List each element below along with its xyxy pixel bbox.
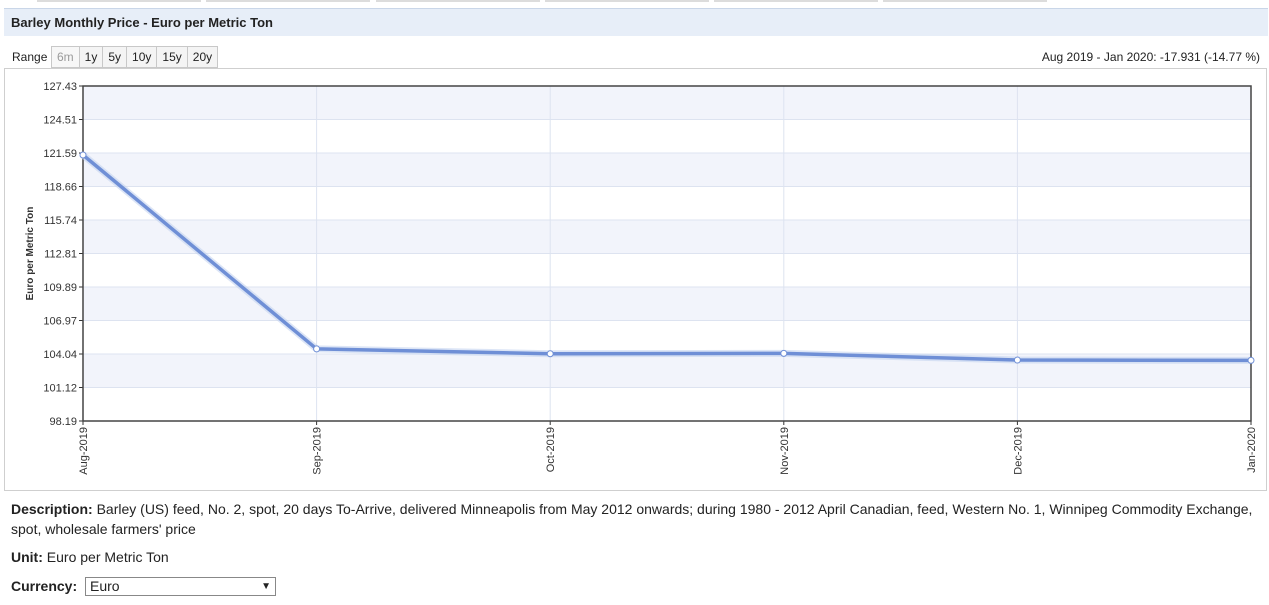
top-tab-strip: [0, 0, 1269, 3]
data-point: [79, 151, 87, 159]
y-tick-label: 112.81: [44, 249, 77, 261]
x-tick-label: Aug-2019: [78, 427, 90, 475]
range-button-5y[interactable]: 5y: [102, 46, 128, 68]
y-tick-label: 106.97: [43, 316, 77, 328]
data-point: [1013, 356, 1021, 364]
unit-row: Unit: Euro per Metric Ton: [11, 549, 169, 565]
description: Description: Barley (US) feed, No. 2, sp…: [11, 499, 1261, 539]
y-tick-label: 124.51: [43, 115, 77, 127]
chart-title-bar: Barley Monthly Price - Euro per Metric T…: [4, 8, 1268, 36]
data-point: [313, 345, 321, 353]
y-tick-label: 115.74: [44, 215, 77, 227]
plot-band: [83, 220, 1251, 254]
plot-band: [83, 153, 1251, 187]
x-tick-label: Dec-2019: [1012, 427, 1024, 475]
change-summary: Aug 2019 - Jan 2020: -17.931 (-14.77 %): [1041, 50, 1260, 64]
unit-value: Euro per Metric Ton: [46, 549, 169, 565]
page-title: Barley Monthly Price - Euro per Metric T…: [11, 15, 273, 30]
range-button-6m[interactable]: 6m: [51, 46, 80, 68]
y-tick-label: 104.04: [43, 349, 77, 361]
x-tick-label: Oct-2019: [545, 427, 557, 472]
x-tick-label: Sep-2019: [312, 427, 324, 475]
range-label: Range: [12, 50, 48, 64]
description-text: Barley (US) feed, No. 2, spot, 20 days T…: [11, 501, 1253, 537]
y-axis-label: Euro per Metric Ton: [25, 207, 36, 301]
range-button-15y[interactable]: 15y: [156, 46, 188, 68]
y-tick-label: 127.43: [43, 81, 77, 93]
currency-row: Currency: Euro ▼: [11, 577, 276, 596]
chart-container: 127.43 124.51 121.59 118.66 115.74 112.81 109.…: [4, 68, 1267, 491]
y-tick-label: 98.19: [49, 416, 77, 428]
range-buttons: 6m 1y 5y 10y 15y 20y: [51, 46, 219, 68]
data-point: [1247, 356, 1255, 364]
currency-label: Currency:: [11, 578, 78, 594]
data-point: [780, 349, 788, 357]
price-line-chart: 127.43 124.51 121.59 118.66 115.74 112.81 109.…: [25, 81, 1258, 475]
unit-label: Unit:: [11, 549, 43, 565]
currency-select[interactable]: Euro ▼: [85, 577, 276, 596]
y-tick-label: 101.12: [43, 383, 77, 395]
y-tick-label: 109.89: [43, 282, 77, 294]
data-point: [546, 350, 554, 358]
x-tick-label: Nov-2019: [779, 427, 791, 475]
y-tick-label: 121.59: [43, 148, 77, 160]
description-label: Description:: [11, 501, 93, 517]
plot-band: [83, 86, 1251, 120]
range-button-20y[interactable]: 20y: [186, 46, 219, 68]
range-button-1y[interactable]: 1y: [78, 46, 104, 68]
currency-selected-value: Euro: [90, 578, 120, 594]
chevron-down-icon: ▼: [261, 581, 271, 592]
x-tick-label: Jan-2020: [1246, 427, 1258, 473]
range-button-10y[interactable]: 10y: [126, 46, 158, 68]
y-tick-label: 118.66: [44, 182, 77, 194]
